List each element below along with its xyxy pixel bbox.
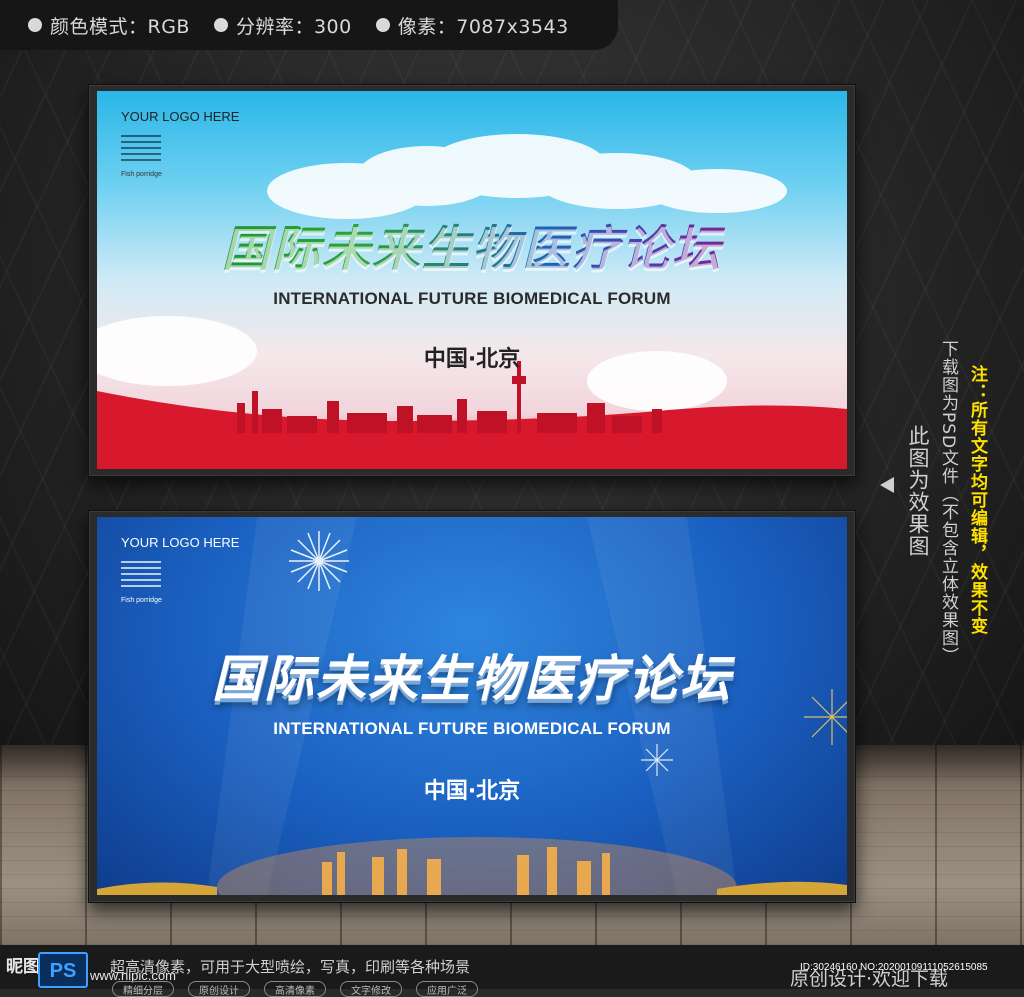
location-text: 中国·北京	[423, 779, 521, 804]
tag-editable-text: 文字修改	[340, 981, 402, 997]
cloud-and-skyline-graphic	[97, 134, 847, 469]
info-resolution: 分辨率：300	[213, 12, 352, 39]
location-text: 中国·北京	[423, 347, 521, 372]
photoshop-icon: PS	[38, 952, 88, 988]
banner-frame-top: YOUR LOGO HERE Fish porridge 国际未来生物医疗论坛 …	[88, 84, 856, 477]
info-color-mode-label: 颜色模式：RGB	[50, 15, 190, 38]
logo-subtext-lines	[121, 131, 161, 165]
editable-note: 注：所有文字均可编辑，效果不变	[967, 365, 987, 635]
image-id: ID:30246160 NO:20200109111052615085	[800, 962, 988, 973]
tag-hd: 高清像素	[264, 981, 326, 997]
logo-placeholder: YOUR LOGO HERE	[121, 109, 240, 124]
banner-bottom: YOUR LOGO HERE Fish porridge 国际未来生物医疗论坛 …	[97, 517, 847, 895]
tag-wide-use: 应用广泛	[416, 981, 478, 997]
bullet-icon	[28, 18, 42, 32]
tag-layered: 精细分层	[112, 981, 174, 997]
info-resolution-label: 分辨率：300	[235, 15, 352, 38]
tag-original: 原创设计	[188, 981, 250, 997]
english-title: INTERNATIONAL FUTURE BIOMEDICAL FORUM	[273, 289, 671, 308]
effect-note: 此图为效果图	[906, 425, 930, 557]
bullet-icon	[375, 18, 390, 32]
info-pixels-label: 像素：7087x3543	[397, 15, 569, 38]
feature-tags: 精细分层 原创设计 高清像素 文字修改 应用广泛	[112, 981, 478, 997]
logo-caption: Fish porridge	[121, 597, 162, 604]
logo-placeholder: YOUR LOGO HERE	[121, 535, 240, 550]
info-pixels: 像素：7087x3543	[375, 12, 569, 39]
logo-caption: Fish porridge	[121, 171, 162, 178]
hd-description: 超高清像素，可用于大型喷绘，写真，印刷等各种场景	[110, 958, 471, 976]
logo-subtext-lines	[121, 557, 161, 591]
psd-note: 下载图为PSD文件（不包含立体效果图）	[938, 340, 958, 666]
chinese-title: 国际未来生物医疗论坛	[212, 650, 732, 708]
info-bar: 颜色模式：RGB 分辨率：300 像素：7087x3543	[0, 0, 618, 50]
english-title: INTERNATIONAL FUTURE BIOMEDICAL FORUM	[273, 719, 671, 738]
chinese-title: 国际未来生物医疗论坛	[97, 209, 847, 279]
banner-top: YOUR LOGO HERE Fish porridge 国际未来生物医疗论坛 …	[97, 91, 847, 469]
triangle-left-icon	[880, 477, 894, 493]
info-color-mode: 颜色模式：RGB	[28, 12, 190, 39]
bullet-icon	[213, 18, 228, 32]
banner-frame-bottom: YOUR LOGO HERE Fish porridge 国际未来生物医疗论坛 …	[88, 510, 856, 903]
